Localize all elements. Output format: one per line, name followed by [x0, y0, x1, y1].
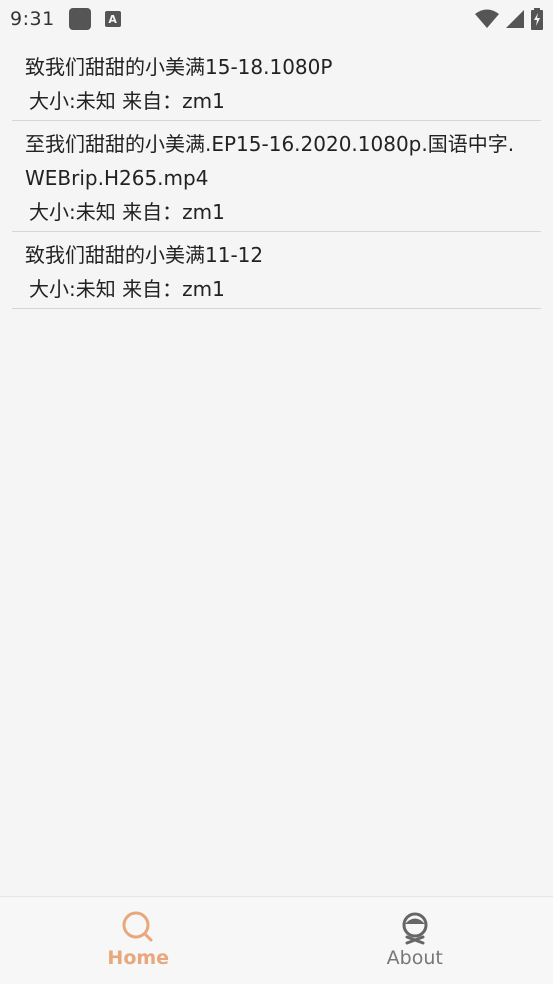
status-bar: 9:31 A [0, 0, 553, 38]
item-meta: 大小:未知 来自：zm1 [25, 195, 541, 229]
item-source: 来自：zm1 [122, 277, 225, 301]
item-size: 大小:未知 [29, 200, 116, 224]
bottom-nav: Home About [0, 896, 553, 984]
item-size: 大小:未知 [29, 89, 116, 113]
nav-home-tab[interactable]: Home [0, 897, 277, 984]
list-item[interactable]: 至我们甜甜的小美满.EP15-16.2020.1080p.国语中字.WEBrip… [12, 121, 541, 232]
item-size: 大小:未知 [29, 277, 116, 301]
item-source: 来自：zm1 [122, 200, 225, 224]
item-meta: 大小:未知 来自：zm1 [25, 84, 541, 118]
nav-about-label: About [386, 947, 443, 969]
item-meta: 大小:未知 来自：zm1 [25, 272, 541, 306]
battery-icon [531, 8, 543, 30]
about-avatar-icon [402, 912, 428, 945]
search-icon [122, 911, 153, 942]
list-item[interactable]: 致我们甜甜的小美满15-18.1080P 大小:未知 来自：zm1 [12, 44, 541, 121]
wifi-icon [475, 9, 499, 28]
status-time: 9:31 [10, 8, 55, 30]
item-source: 来自：zm1 [122, 89, 225, 113]
nav-about-tab[interactable]: About [277, 897, 553, 984]
item-title: 至我们甜甜的小美满.EP15-16.2020.1080p.国语中字.WEBrip… [25, 132, 515, 190]
signal-icon [506, 10, 524, 28]
a-badge-icon: A [104, 11, 121, 27]
app-square-icon [68, 8, 91, 30]
list-item[interactable]: 致我们甜甜的小美满11-12 大小:未知 来自：zm1 [12, 232, 541, 309]
result-list: 致我们甜甜的小美满15-18.1080P 大小:未知 来自：zm1 至我们甜甜的… [12, 44, 541, 309]
item-title: 致我们甜甜的小美满11-12 [25, 243, 264, 267]
nav-home-label: Home [107, 947, 170, 969]
item-title: 致我们甜甜的小美满15-18.1080P [25, 55, 333, 79]
